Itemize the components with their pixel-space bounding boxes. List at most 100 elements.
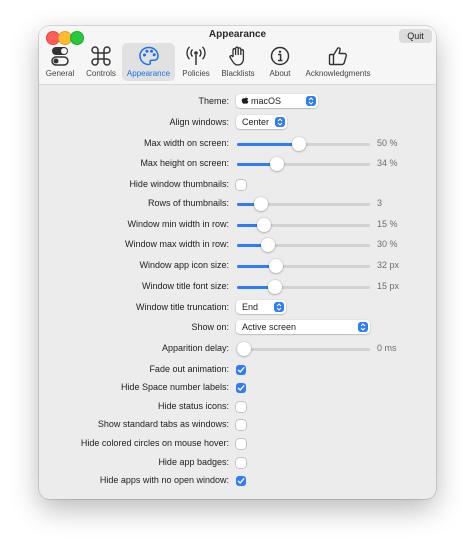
hide-thumbnails-label: Hide window thumbnails: [129, 179, 229, 189]
max-height-slider[interactable] [237, 157, 370, 171]
slider-knob[interactable] [237, 342, 251, 356]
slider-fill [237, 265, 273, 268]
max-width-label: Max width on screen: [143, 138, 229, 148]
row-show-on: Show on: Active screen [39, 319, 436, 336]
slider-knob[interactable] [291, 137, 306, 151]
hide-thumbnails-checkbox[interactable] [236, 180, 246, 190]
hide-apps-no-window-checkbox[interactable] [236, 476, 246, 486]
toggle-icon [51, 47, 69, 66]
theme-value: macOS [251, 96, 282, 106]
row-hide-colored-circles: Hide colored circles on mouse hover: [39, 435, 436, 452]
row-apparition-delay: Apparition delay: 0 ms [39, 340, 436, 357]
apple-logo-icon [241, 96, 249, 104]
title-font-size-label: Window title font size: [141, 281, 229, 291]
show-on-popup[interactable]: Active screen [236, 320, 370, 334]
tab-policies[interactable]: Policies [178, 43, 214, 81]
align-windows-label: Align windows: [169, 117, 229, 127]
tab-controls[interactable]: Controls [82, 43, 120, 81]
chevron-updown-icon [306, 96, 316, 106]
hide-colored-circles-checkbox[interactable] [236, 439, 246, 449]
slider-knob[interactable] [267, 280, 282, 294]
theme-popup[interactable]: macOS [236, 94, 318, 108]
row-hide-thumbnails: Hide window thumbnails: [39, 176, 436, 193]
row-hide-apps-no-window: Hide apps with no open window: [39, 472, 436, 489]
tab-acknowledgments[interactable]: Acknowledgments [303, 43, 373, 81]
hide-status-icons-label: Hide status icons: [157, 401, 229, 411]
max-width-row-value: 30 % [377, 239, 398, 249]
tab-label: Blacklists [221, 69, 255, 78]
row-app-icon-size: Window app icon size: 32 px [39, 257, 436, 274]
slider-knob[interactable] [253, 197, 268, 211]
checkmark-icon [237, 367, 245, 373]
checkmark-icon [237, 385, 245, 391]
preferences-window: Appearance Quit General Controls Appeara… [39, 26, 436, 499]
slider-knob[interactable] [260, 238, 275, 252]
max-width-slider[interactable] [237, 137, 370, 151]
align-windows-value: Center [242, 117, 270, 127]
app-icon-size-slider[interactable] [237, 259, 370, 273]
slider-knob[interactable] [270, 157, 285, 171]
theme-label: Theme: [198, 96, 229, 106]
fade-out-label: Fade out animation: [149, 364, 229, 374]
chevron-updown-icon [275, 117, 285, 127]
min-width-row-slider[interactable] [237, 218, 370, 232]
slider-fill [237, 203, 256, 206]
max-width-row-slider[interactable] [237, 238, 370, 252]
hide-apps-no-window-label: Hide apps with no open window: [99, 475, 229, 485]
show-on-label: Show on: [191, 322, 229, 332]
info-icon [270, 46, 290, 66]
tab-label: Controls [86, 69, 116, 78]
tab-about[interactable]: About [263, 43, 297, 81]
hide-space-labels-checkbox[interactable] [236, 383, 246, 393]
slider-knob[interactable] [269, 259, 284, 273]
row-max-width: Max width on screen: 50 % [39, 135, 436, 152]
title-truncation-popup[interactable]: End [236, 300, 286, 314]
show-standard-tabs-checkbox[interactable] [236, 420, 246, 430]
app-icon-size-label: Window app icon size: [139, 260, 229, 270]
apparition-delay-slider[interactable] [237, 342, 370, 356]
title-truncation-label: Window title truncation: [135, 302, 229, 312]
tab-appearance[interactable]: Appearance [122, 43, 175, 81]
tab-label: Policies [182, 69, 210, 78]
tab-label: General [45, 69, 75, 78]
max-width-value: 50 % [377, 138, 398, 148]
row-hide-app-badges: Hide app badges: [39, 454, 436, 471]
row-theme: Theme: macOS [39, 93, 436, 110]
tab-blacklists[interactable]: Blacklists [218, 43, 258, 81]
row-title-font-size: Window title font size: 15 px [39, 278, 436, 295]
command-icon [91, 46, 111, 66]
tab-label: About [269, 69, 291, 78]
show-on-value: Active screen [242, 322, 297, 332]
slider-fill [237, 143, 299, 146]
slider-fill [237, 244, 264, 247]
hand-icon [229, 46, 245, 66]
title-font-size-value: 15 px [377, 281, 400, 291]
hide-app-badges-label: Hide app badges: [158, 457, 229, 467]
row-title-truncation: Window title truncation: End [39, 299, 436, 316]
align-windows-popup[interactable]: Center [236, 115, 287, 129]
min-width-row-value: 15 % [377, 219, 398, 229]
slider-knob[interactable] [257, 218, 272, 232]
title-truncation-value: End [242, 302, 259, 312]
antenna-icon [186, 46, 206, 65]
rows-thumbnails-slider[interactable] [237, 197, 370, 211]
row-align-windows: Align windows: Center [39, 114, 436, 131]
row-max-height: Max height on screen: 34 % [39, 155, 436, 172]
hide-app-badges-checkbox[interactable] [236, 458, 246, 468]
window-title: Appearance [208, 29, 267, 40]
hide-status-icons-checkbox[interactable] [236, 402, 246, 412]
row-fade-out: Fade out animation: [39, 361, 436, 378]
max-height-label: Max height on screen: [140, 158, 229, 168]
min-width-row-label: Window min width in row: [127, 219, 229, 229]
quit-button[interactable]: Quit [399, 29, 432, 43]
title-font-size-slider[interactable] [237, 280, 370, 294]
slider-fill [237, 163, 275, 166]
row-max-width-row: Window max width in row: 30 % [39, 236, 436, 253]
rows-thumbnails-label: Rows of thumbnails: [147, 198, 229, 208]
apparition-delay-value: 0 ms [377, 343, 397, 353]
show-standard-tabs-label: Show standard tabs as windows: [97, 419, 229, 429]
fade-out-checkbox[interactable] [236, 365, 246, 375]
slider-fill [237, 286, 272, 289]
row-show-standard-tabs: Show standard tabs as windows: [39, 416, 436, 433]
tab-general[interactable]: General [42, 43, 78, 81]
